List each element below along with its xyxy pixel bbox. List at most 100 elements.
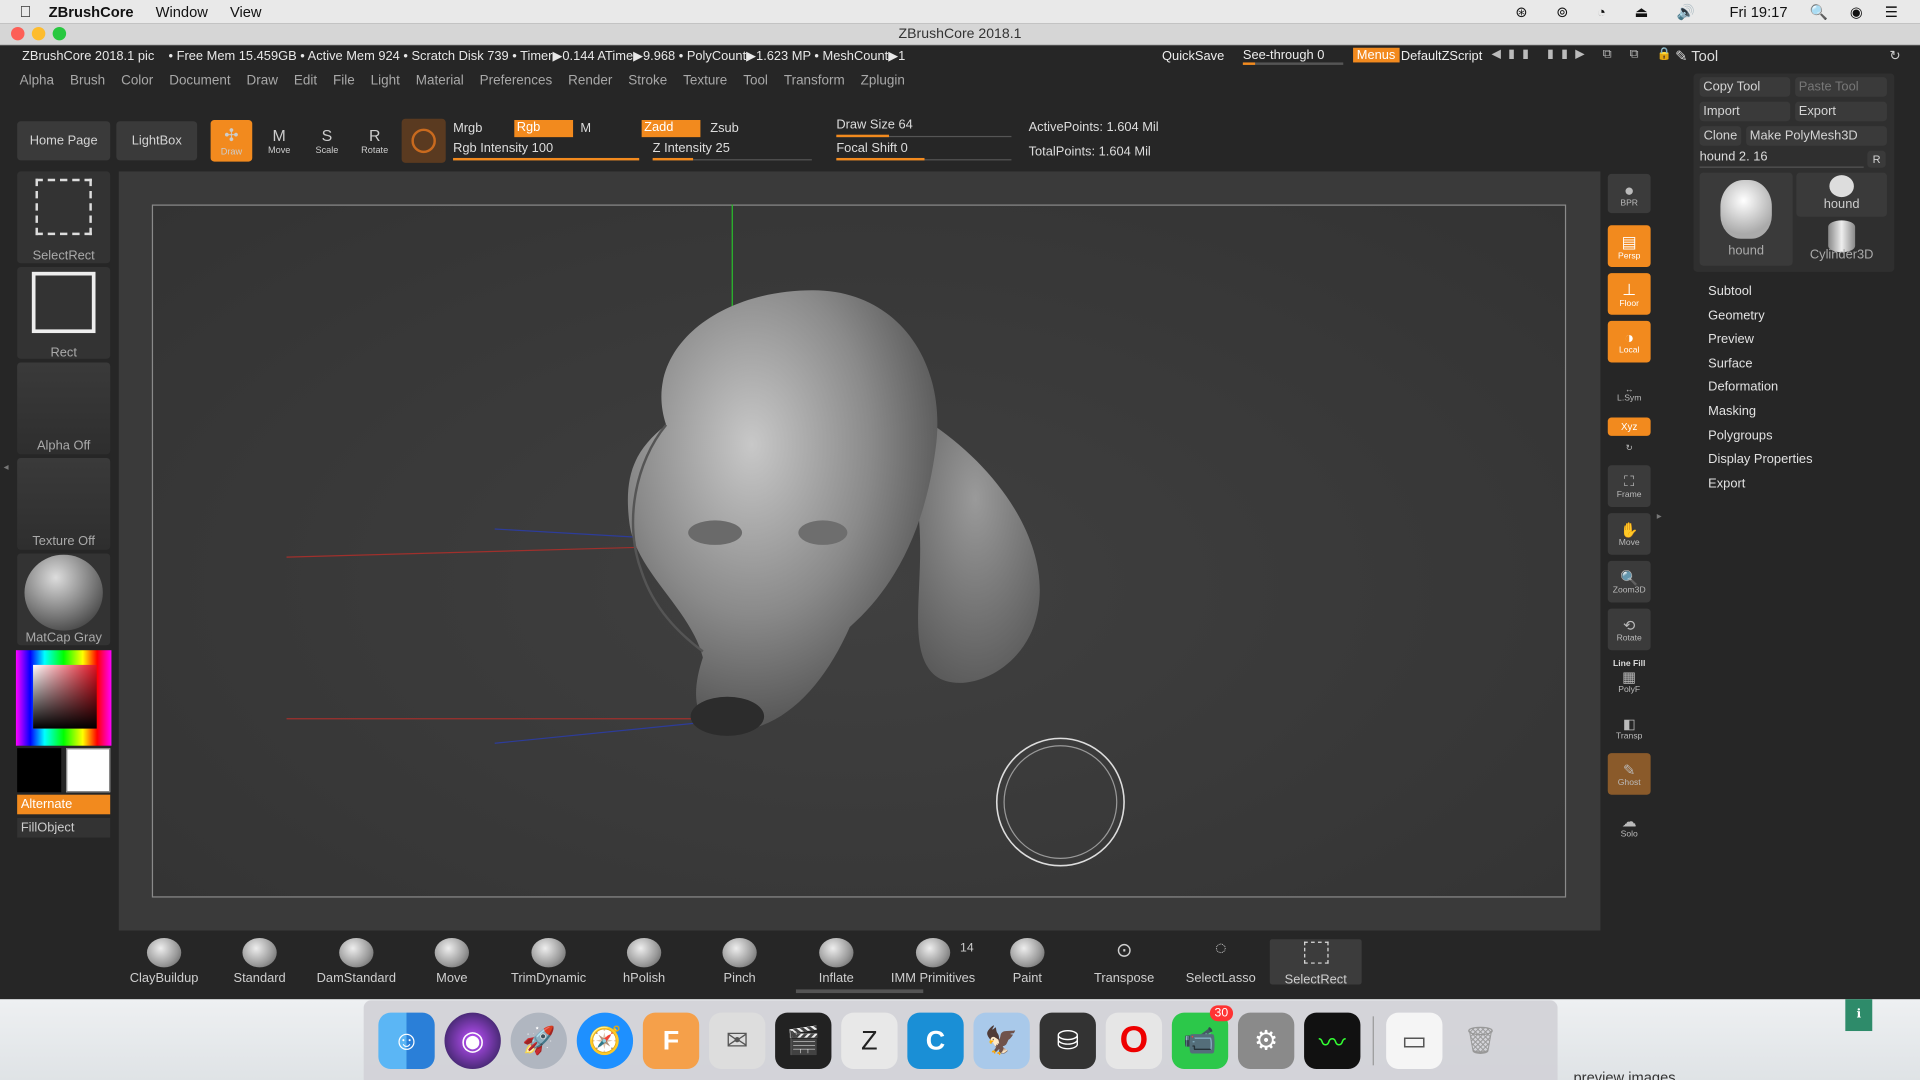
export-tool-button[interactable]: Export [1795,101,1887,122]
facetime-icon[interactable]: 📹 30 [1171,1004,1234,1069]
refresh-icon[interactable]: ↻ [1889,48,1900,64]
material-swatch[interactable] [401,118,446,163]
brush-claybuildup[interactable]: ClayBuildup [127,937,200,986]
rgb-toggle[interactable]: Rgb [514,120,574,138]
zoom-button[interactable] [52,26,67,41]
subpalette-geometry[interactable]: Geometry [1693,304,1894,328]
menu-draw[interactable]: Draw [247,73,278,88]
cylinder3d-thumbnail[interactable]: Cylinder3D [1796,220,1887,267]
brush-standard[interactable]: Standard [223,937,296,986]
menu-light[interactable]: Light [371,73,400,88]
apple-icon[interactable]:  [20,2,32,20]
search-icon[interactable]: 🔍 [1810,3,1828,20]
tool-selector-slider[interactable]: hound 2. 16 [1699,149,1864,168]
menu-material[interactable]: Material [416,73,464,88]
menu-render[interactable]: Render [568,73,612,88]
secondary-color-swatch[interactable] [66,748,111,793]
help-tab[interactable]: ℹ [1845,999,1873,1032]
tray-handle-left[interactable]: ◂ [4,462,11,560]
lightbox-button[interactable]: LightBox [116,121,198,161]
opera-icon[interactable]: O [1105,1012,1163,1069]
brush-trimdynamic[interactable]: TrimDynamic [504,937,592,986]
hound-small-thumbnail[interactable]: hound [1796,172,1887,217]
menu-window[interactable]: Window [156,3,208,20]
menu-file[interactable]: File [333,73,355,88]
color-picker[interactable] [15,650,112,746]
focal-shift-slider[interactable]: Focal Shift 0 [836,141,1012,161]
menu-view[interactable]: View [230,3,262,20]
disk-utility-icon[interactable]: ⛁ [1039,1012,1096,1069]
mrgb-toggle[interactable]: Mrgb [453,121,482,136]
hound-head-mesh[interactable] [627,290,1040,736]
alternate-button[interactable]: Alternate [17,794,111,815]
rotate-axis-icon[interactable]: ↻ [1608,441,1651,456]
brush-transpose[interactable]: ⊙ Transpose [1085,938,1163,985]
preview-icon[interactable]: 🦅 [973,1012,1030,1069]
subpalette-preview[interactable]: Preview [1693,328,1894,352]
clone-button[interactable]: Clone [1699,126,1742,146]
shelf-scroll-handle[interactable] [795,989,924,994]
finder-icon[interactable]: ☺ [378,1012,435,1069]
menu-zplugin[interactable]: Zplugin [861,73,905,88]
system-prefs-icon[interactable]: ⚙ [1237,1012,1295,1069]
lsym-button[interactable]: ↔ L.Sym [1608,380,1651,409]
matcap-picker[interactable]: MatCap Gray [17,553,111,646]
rgb-intensity-slider[interactable]: Rgb Intensity 100 [453,141,640,161]
list-icon[interactable]: ☰ [1885,3,1898,20]
menu-texture[interactable]: Texture [683,73,727,88]
reset-button[interactable]: R [1867,150,1886,168]
finalcut-icon[interactable]: 🎬 [775,1012,832,1069]
brush-pinch[interactable]: Pinch [703,937,776,986]
brush-selectrect[interactable]: SelectRect [1269,939,1362,987]
zscript-label[interactable]: DefaultZScript [1401,49,1482,64]
launchpad-icon[interactable]: 🚀 [510,1012,567,1069]
zbrush-icon[interactable]: Z [841,1012,898,1069]
trash-icon[interactable]: 🗑 [1452,1012,1508,1068]
user-icon[interactable]: ◉ [1850,3,1863,20]
rotate-view-button[interactable]: ⟲ Rotate [1607,608,1651,651]
layout-icons[interactable]: ◀▮▮ ▮▮▶ ⧉ ⧉ 🔒 [1491,48,1679,61]
main-color-swatch[interactable] [17,748,62,793]
safari-icon[interactable]: 🧭 [576,1012,634,1069]
import-button[interactable]: Import [1699,101,1791,122]
transp-button[interactable]: ◧ Transp [1608,711,1651,745]
fusion360-icon[interactable]: F [642,1012,700,1069]
move-view-button[interactable]: ✋ Move [1607,513,1651,555]
menu-transform[interactable]: Transform [784,73,845,88]
floor-button[interactable]: ⊥ Floor [1607,273,1651,315]
zsub-toggle[interactable]: Zsub [710,121,739,136]
z-intensity-slider[interactable]: Z Intensity 25 [652,141,812,161]
fillobject-button[interactable]: FillObject [17,817,111,838]
draw-mode-button[interactable]: ✣ Draw [210,120,253,162]
rotate-mode-button[interactable]: R Rotate [354,120,396,162]
subpalette-surface[interactable]: Surface [1693,352,1894,376]
make-polymesh-button[interactable]: Make PolyMesh3D [1746,126,1887,146]
scale-mode-button[interactable]: S Scale [306,120,348,162]
texture-picker[interactable]: Texture Off [17,457,111,550]
hound-thumbnail[interactable]: hound [1699,172,1793,266]
xyz-button[interactable]: Xyz [1607,417,1651,436]
bpr-button[interactable]: ● BPR [1607,173,1651,214]
zadd-toggle[interactable]: Zadd [641,120,701,138]
menu-color[interactable]: Color [121,73,153,88]
subpalette-deformation[interactable]: Deformation [1693,376,1894,400]
frame-button[interactable]: ⛶ Frame [1607,465,1651,507]
brush-paint[interactable]: Paint [991,937,1064,986]
brush-damstandard[interactable]: DamStandard [313,937,399,986]
subpalette-export[interactable]: Export [1693,472,1894,496]
rect-tool[interactable]: Rect [17,266,111,360]
menu-edit[interactable]: Edit [294,73,317,88]
selectrect-tool[interactable]: SelectRect [17,171,111,264]
m-toggle[interactable]: M [580,121,591,136]
close-button[interactable] [11,26,25,41]
alpha-picker[interactable]: Alpha Off [17,362,111,455]
zoom3d-button[interactable]: 🔍 Zoom3D [1607,560,1651,603]
copy-tool-button[interactable]: Copy Tool [1699,77,1791,97]
activity-monitor-icon[interactable]: 〰 [1304,1012,1361,1069]
paste-tool-button[interactable]: Paste Tool [1795,77,1887,97]
subpalette-display-properties[interactable]: Display Properties [1693,448,1894,472]
menu-preferences[interactable]: Preferences [480,73,553,88]
menu-stroke[interactable]: Stroke [628,73,667,88]
draw-size-slider[interactable]: Draw Size 64 [836,118,1012,138]
status-icons[interactable]: ⊛ ⊚ ◔ ⏏ 🔊 [1515,3,1707,20]
